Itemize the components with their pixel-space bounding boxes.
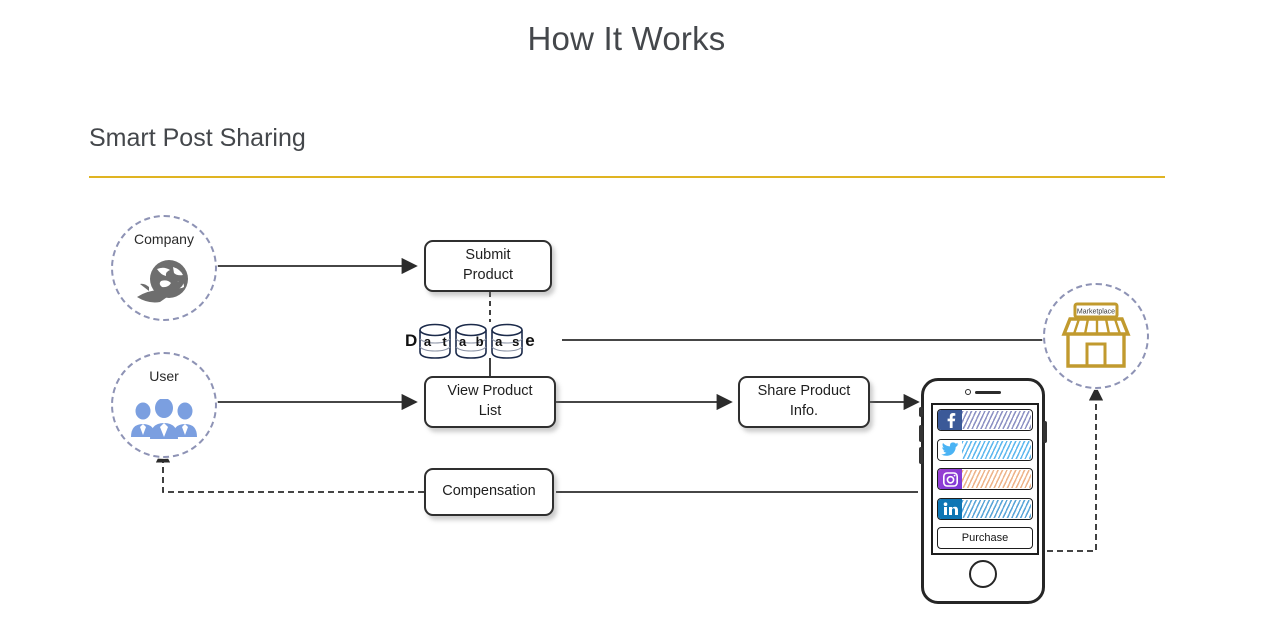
linkedin-icon: [938, 498, 962, 519]
twitter-icon: [938, 439, 962, 460]
database-letter: a: [423, 333, 432, 349]
database-cylinder-icon: a t: [418, 323, 452, 359]
phone-side-button: [919, 407, 923, 417]
globe-airplane-icon: [113, 247, 215, 319]
box-submit-product-line1: Submit: [465, 247, 511, 264]
phone-volume-up-button: [919, 425, 923, 442]
node-user-label: User: [149, 368, 179, 384]
purchase-button[interactable]: Purchase: [937, 527, 1033, 549]
phone-home-button[interactable]: [969, 560, 997, 588]
phone-earpiece: [975, 390, 1001, 394]
database-letter: s: [512, 333, 520, 349]
how-it-works-diagram: Company User Marketplace Submit Product …: [0, 0, 1280, 619]
storefront-icon: Marketplace: [1045, 285, 1147, 387]
social-row-linkedin[interactable]: [937, 497, 1033, 520]
phone-screen: Purchase: [931, 403, 1039, 555]
social-row-instagram[interactable]: [937, 468, 1033, 490]
linkedin-content-bar: [962, 499, 1031, 518]
node-user[interactable]: User: [111, 352, 217, 458]
node-company-label: Company: [134, 231, 194, 247]
database-cylinder-icon: a s: [490, 323, 524, 359]
database-group[interactable]: D a t a b a s e: [405, 320, 565, 362]
box-submit-product[interactable]: Submit Product: [424, 240, 552, 292]
marketplace-sign-text: Marketplace: [1077, 309, 1115, 316]
box-compensation-label: Compensation: [442, 483, 536, 500]
node-marketplace[interactable]: Marketplace: [1043, 283, 1149, 389]
facebook-icon: [938, 410, 962, 430]
database-letter: b: [475, 333, 484, 349]
node-company[interactable]: Company: [111, 215, 217, 321]
instagram-content-bar: [962, 470, 1031, 488]
database-letter: t: [442, 333, 447, 349]
social-row-twitter[interactable]: [937, 438, 1033, 461]
phone-speaker: [924, 389, 1042, 395]
box-view-product-list[interactable]: View Product List: [424, 376, 556, 428]
purchase-button-label: Purchase: [961, 532, 1009, 544]
box-view-product-list-line1: View Product: [447, 383, 533, 400]
twitter-content-bar: [962, 440, 1031, 459]
phone-camera-icon: [965, 389, 971, 395]
social-row-facebook[interactable]: [937, 409, 1033, 431]
box-share-product-info-line1: Share Product: [757, 383, 851, 400]
box-view-product-list-line2: List: [478, 403, 502, 419]
database-suffix-letter: e: [525, 331, 535, 350]
database-cylinder-icon: a b: [454, 323, 488, 359]
phone-mockup: Purchase: [919, 378, 1047, 604]
phone-power-button: [1043, 421, 1047, 443]
box-compensation[interactable]: Compensation: [424, 468, 554, 516]
instagram-icon: [938, 469, 962, 489]
box-share-product-info[interactable]: Share Product Info.: [738, 376, 870, 428]
box-submit-product-line2: Product: [463, 267, 513, 283]
facebook-content-bar: [962, 411, 1031, 429]
database-prefix-letter: D: [405, 331, 418, 350]
database-letter: a: [495, 333, 503, 349]
phone-volume-down-button: [919, 447, 923, 464]
database-letter: a: [458, 333, 467, 349]
people-group-icon: [113, 384, 215, 456]
box-share-product-info-line2: Info.: [789, 403, 819, 419]
